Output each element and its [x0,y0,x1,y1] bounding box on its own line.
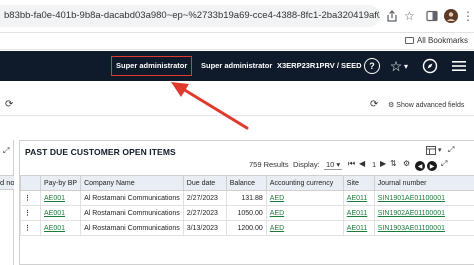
pay-by-link[interactable]: AE001 [44,195,65,202]
journal-cell[interactable]: SIN1901AE01100001 [373,190,474,206]
past-due-panel: PAST DUE CUSTOMER OPEN ITEMS ▾ ⤢ 759 Res… [19,140,474,265]
column-header-journal[interactable]: Journal number [373,175,474,191]
journal-link[interactable]: SIN1902AE01100001 [378,210,445,217]
user-menu[interactable]: Super administrator [111,56,193,76]
site-cell[interactable]: AE011 [342,205,375,221]
table-header-row: Pay-by BP Company Name Due date Balance … [20,175,474,191]
journal-cell[interactable]: SIN1903AE01100001 [373,220,474,236]
journal-cell[interactable]: SIN1902AE01100001 [373,205,474,221]
expand-icon[interactable]: ⤢ [3,146,9,156]
open-items-table: Pay-by BP Company Name Due date Balance … [20,175,474,236]
company-cell: Al Rostamani Communications [80,190,184,206]
pay-by-cell[interactable]: AE001 [39,220,82,236]
due-date-cell: 3/13/2023 [182,220,227,236]
balance-cell: 131.88 [225,190,267,206]
site-link[interactable]: AE011 [347,195,368,202]
previous-circle-icon[interactable]: ◀ [415,161,425,171]
results-count: 759 Results [249,160,289,169]
journal-link[interactable]: SIN1901AE01100001 [378,195,445,202]
left-panel: ⤢ d no [0,140,14,265]
advanced-fields-icon: ⚙ [388,102,395,109]
display-value: 10 [326,160,335,169]
currency-cell[interactable]: AED [265,190,344,206]
expand-panel-icon[interactable]: ⤢ [448,145,454,155]
table-row: ⋮ AE001 Al Rostamani Communications 3/13… [20,220,474,236]
profile-avatar[interactable] [444,9,458,23]
pay-by-link[interactable]: AE001 [44,225,65,232]
table-row: ⋮ AE001 Al Rostamani Communications 2/27… [20,205,474,221]
export-icon[interactable] [426,146,436,155]
row-actions-icon[interactable]: ⋮ [20,205,41,221]
journal-link[interactable]: SIN1903AE01100001 [378,225,445,232]
row-actions-icon[interactable]: ⋮ [20,220,41,236]
display-label: Display: [293,160,320,169]
due-date-cell: 2/27/2023 [182,190,227,206]
help-icon[interactable]: ? [364,58,380,74]
settings-icon[interactable]: ⚙ [403,159,410,168]
page-number: 1 [372,160,377,169]
previous-page-icon[interactable]: ◀ [359,159,365,168]
table-row: ⋮ AE001 Al Rostamani Communications 2/27… [20,190,474,206]
currency-link[interactable]: AED [270,210,284,217]
favorites-dropdown-icon[interactable]: ▾ [401,58,411,74]
balance-cell: 1050.00 [225,205,267,221]
balance-cell: 1200.00 [225,220,267,236]
export-dropdown-icon[interactable]: ▾ [438,146,442,154]
left-panel-header: d no [0,175,14,190]
sort-icon[interactable]: ⇅ [390,159,397,168]
all-bookmarks-label: All Bookmarks [416,36,468,45]
fullscreen-icon[interactable]: ⤢ [441,159,447,169]
currency-cell[interactable]: AED [265,205,344,221]
pay-by-link[interactable]: AE001 [44,210,65,217]
site-link[interactable]: AE011 [347,225,368,232]
display-select[interactable]: 10 ▾ [324,160,343,170]
site-link[interactable]: AE011 [347,210,368,217]
currency-link[interactable]: AED [270,195,284,202]
column-header-currency[interactable]: Accounting currency [265,175,344,191]
page-toolbar: ⟳ ⟳ ⚙ Show advanced fields [0,98,474,116]
site-cell[interactable]: AE011 [342,220,375,236]
panel-title: PAST DUE CUSTOMER OPEN ITEMS [25,147,176,157]
next-circle-icon[interactable]: ▶ [427,161,437,171]
site-cell[interactable]: AE011 [342,190,375,206]
share-icon[interactable] [386,9,398,23]
bookmarks-bar: All Bookmarks [0,33,474,50]
pay-by-cell[interactable]: AE001 [39,205,82,221]
app-header: Super administrator Super administrator … [0,51,474,81]
company-cell: Al Rostamani Communications [80,220,184,236]
company-cell: Al Rostamani Communications [80,205,184,221]
column-header-actions [20,175,41,191]
due-date-cell: 2/27/2023 [182,205,227,221]
column-header-company[interactable]: Company Name [80,175,184,191]
column-header-pay-by[interactable]: Pay-by BP [39,175,82,191]
next-page-icon[interactable]: ▶ [380,159,386,168]
column-header-due-date[interactable]: Due date [182,175,227,191]
column-header-balance[interactable]: Balance [225,175,267,191]
row-actions-icon[interactable]: ⋮ [20,190,41,206]
first-page-icon[interactable]: ⏮ [348,159,355,169]
role-menu[interactable]: Super administrator [201,51,272,81]
address-bar[interactable]: b83bb-fa0e-401b-9b8a-dacabd03a980~ep~%27… [0,5,380,27]
all-bookmarks[interactable]: All Bookmarks [404,36,468,45]
browser-menu-icon[interactable]: ⋮ [462,9,474,23]
browser-toolbar: b83bb-fa0e-401b-9b8a-dacabd03a980~ep~%27… [0,0,474,33]
refresh-icon[interactable]: ⟳ [370,99,378,110]
folder-icon [404,37,414,44]
currency-cell[interactable]: AED [265,220,344,236]
folder-menu[interactable]: X3ERP23R1PRV / SEED [277,51,362,81]
pay-by-cell[interactable]: AE001 [39,190,82,206]
compass-icon[interactable] [422,58,438,74]
currency-link[interactable]: AED [270,225,284,232]
left-refresh-icon[interactable]: ⟳ [5,99,13,110]
show-advanced-label: Show advanced fields [396,101,465,109]
menu-icon[interactable] [451,58,467,74]
show-advanced-fields[interactable]: ⚙ Show advanced fields [388,101,465,110]
column-header-site[interactable]: Site [342,175,375,191]
side-panel-icon[interactable] [426,9,438,23]
bookmark-star-icon[interactable]: ☆ [404,9,415,23]
